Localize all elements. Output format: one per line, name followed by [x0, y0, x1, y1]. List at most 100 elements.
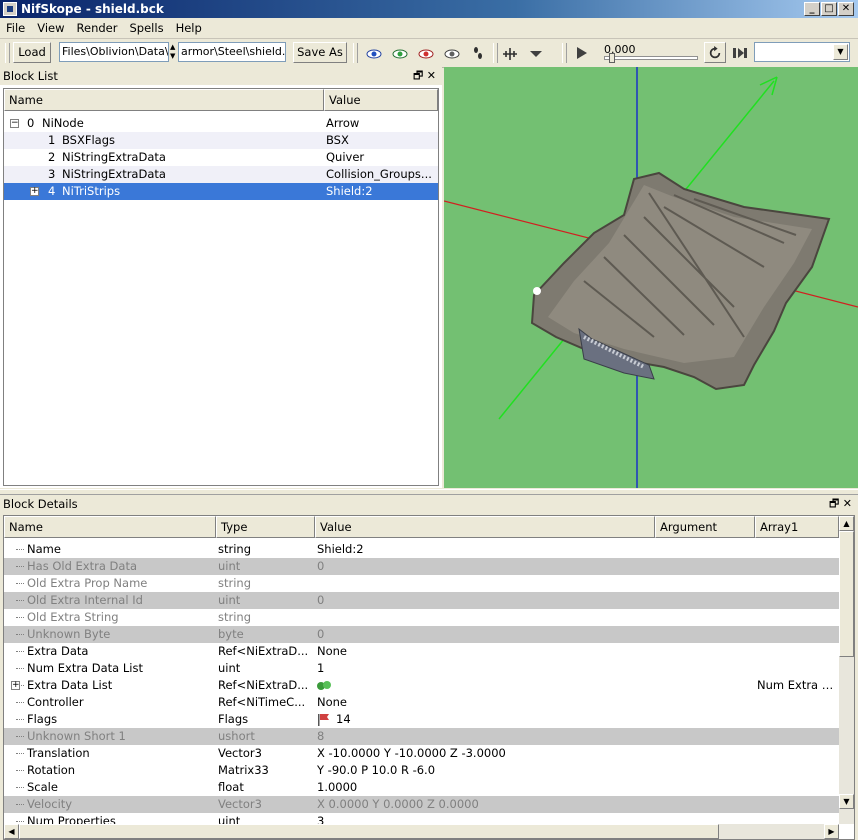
expand-icon[interactable]: + [11, 681, 20, 690]
detail-row[interactable]: Unknown Short 1 ushort 8 [4, 728, 839, 745]
vertical-scrollbar[interactable]: ▲ ▼ [839, 516, 854, 824]
column-header-value[interactable]: Value [315, 516, 655, 538]
detail-row[interactable]: + Extra Data List Ref<NiExtraD... Num Extra… [4, 677, 839, 694]
detail-row[interactable]: Old Extra String string [4, 609, 839, 626]
detail-row[interactable]: Extra Data Ref<NiExtraD... None [4, 643, 839, 660]
detail-row[interactable]: Translation Vector3 X -10.0000 Y -10.0000 … [4, 745, 839, 762]
detail-row[interactable]: Controller Ref<NiTimeC... None [4, 694, 839, 711]
field-type: string [218, 542, 252, 556]
title-bar: NifSkope - shield.bck _ □ ✕ [0, 0, 858, 18]
time-slider-thumb[interactable] [609, 53, 615, 63]
view-user-icon[interactable] [444, 45, 460, 61]
load-button[interactable]: Load [13, 42, 51, 63]
field-name: Extra Data [27, 644, 89, 658]
detail-row[interactable]: Velocity Vector3 X 0.0000 Y 0.0000 Z 0.000… [4, 796, 839, 813]
view-front-icon[interactable] [366, 45, 382, 61]
render-viewport[interactable] [444, 67, 858, 488]
switch-sequence-icon[interactable] [732, 45, 748, 61]
toolbar-grip[interactable] [353, 43, 358, 63]
tree-row[interactable]: 2 NiStringExtraData Quiver [4, 149, 438, 166]
tree-guide [16, 770, 24, 772]
block-name: BSXFlags [62, 133, 116, 147]
expand-icon[interactable]: + [30, 187, 39, 196]
block-name: NiNode [42, 116, 84, 130]
tree-row[interactable]: 3 NiStringExtraData Collision_Groups... [4, 166, 438, 183]
menu-render[interactable]: Render [71, 18, 124, 35]
path-spinner-icon[interactable]: ▲ ▼ [170, 43, 177, 61]
column-header-array1[interactable]: Array1 [755, 516, 839, 538]
maximize-button[interactable]: □ [821, 2, 837, 16]
tree-guide [16, 668, 24, 670]
detail-row[interactable]: Flags Flags 14 [4, 711, 839, 728]
column-header-type[interactable]: Type [216, 516, 315, 538]
animation-select[interactable]: ▼ [754, 42, 850, 62]
detail-row[interactable]: Name string Shield:2 [4, 541, 839, 558]
view-side-icon[interactable] [392, 45, 408, 61]
scroll-up-icon[interactable]: ▲ [839, 516, 854, 531]
field-type: float [218, 780, 244, 794]
close-icon[interactable]: ✕ [843, 497, 852, 510]
detail-row[interactable]: Rotation Matrix33 Y -90.0 P 10.0 R -6.0 [4, 762, 839, 779]
loop-button[interactable] [704, 42, 726, 63]
float-icon[interactable]: 🗗 [413, 69, 423, 82]
scroll-down-icon[interactable]: ▼ [839, 794, 854, 809]
tree-guide [16, 719, 24, 721]
menu-help[interactable]: Help [170, 18, 208, 35]
block-value: BSX [326, 133, 349, 147]
field-value: 0 [317, 559, 325, 573]
column-header-argument[interactable]: Argument [655, 516, 755, 538]
time-slider[interactable] [604, 53, 698, 63]
save-path-input[interactable]: armor\Steel\shield.bck [178, 42, 286, 62]
axes-icon[interactable] [502, 45, 518, 61]
scroll-right-icon[interactable]: ▶ [824, 824, 839, 839]
detail-row[interactable]: Unknown Byte byte 0 [4, 626, 839, 643]
save-as-button[interactable]: Save As [293, 42, 347, 63]
chevron-down-icon[interactable]: ▼ [833, 44, 848, 60]
collapse-icon[interactable]: − [10, 119, 19, 128]
tree-guide [16, 736, 24, 738]
tree-row[interactable]: 1 BSXFlags BSX [4, 132, 438, 149]
load-path-input[interactable]: Files\Oblivion\Data\m [59, 42, 169, 62]
dropdown-arrow-icon[interactable] [528, 45, 544, 61]
view-top-icon[interactable] [418, 45, 434, 61]
field-type: Ref<NiTimeC... [218, 695, 306, 709]
field-value: Shield:2 [317, 542, 364, 556]
toolbar-grip[interactable] [5, 43, 10, 63]
close-button[interactable]: ✕ [838, 2, 854, 16]
field-name: Flags [27, 712, 58, 726]
tree-row[interactable]: − 0 NiNode Arrow [4, 115, 438, 132]
detail-row[interactable]: Old Extra Internal Id uint 0 [4, 592, 839, 609]
field-type: Vector3 [218, 746, 262, 760]
column-header-value[interactable]: Value [324, 89, 438, 111]
column-header-name[interactable]: Name [4, 516, 216, 538]
h-scrollbar-thumb[interactable] [19, 824, 719, 839]
close-icon[interactable]: ✕ [427, 69, 436, 82]
column-header-name[interactable]: Name [4, 89, 324, 111]
horizontal-scrollbar[interactable]: ◀ ▶ [4, 824, 839, 839]
tree-row-selected[interactable]: + 4 NiTriStrips Shield:2 [4, 183, 438, 200]
minimize-button[interactable]: _ [804, 2, 820, 16]
field-name: Velocity [27, 797, 73, 811]
detail-row[interactable]: Has Old Extra Data uint 0 [4, 558, 839, 575]
menu-file[interactable]: File [0, 18, 31, 35]
field-array1: Num Extra Data [757, 678, 839, 692]
detail-row[interactable]: Num Extra Data List uint 1 [4, 660, 839, 677]
float-icon[interactable]: 🗗 [829, 497, 839, 510]
play-icon[interactable] [574, 45, 590, 61]
block-list-tree: Name Value − 0 NiNode Arrow 1 BSXFlags B… [3, 88, 439, 486]
detail-row[interactable]: Old Extra Prop Name string [4, 575, 839, 592]
menu-spells[interactable]: Spells [124, 18, 170, 35]
toolbar-grip[interactable] [493, 43, 498, 63]
scroll-left-icon[interactable]: ◀ [4, 824, 19, 839]
menu-view[interactable]: View [31, 18, 70, 35]
toolbar-grip[interactable] [562, 43, 567, 63]
tree-guide [16, 549, 24, 551]
scrollbar-thumb[interactable] [839, 531, 854, 657]
block-details-title: Block Details [3, 497, 78, 511]
field-type: string [218, 610, 252, 624]
block-index: 3 [48, 167, 56, 181]
walk-mode-icon[interactable] [470, 45, 486, 61]
field-name: Extra Data List [27, 678, 113, 692]
detail-row[interactable]: Scale float 1.0000 [4, 779, 839, 796]
window-title: NifSkope - shield.bck [21, 2, 164, 16]
